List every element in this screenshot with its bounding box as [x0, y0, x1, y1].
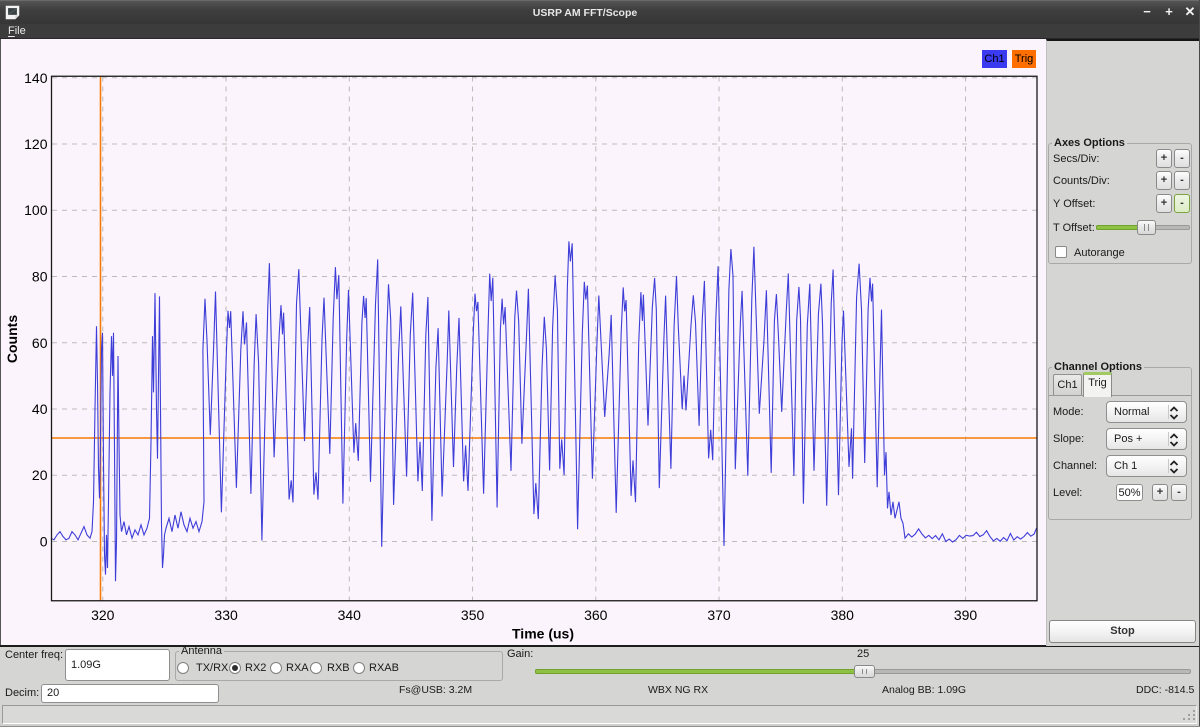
svg-text:100: 100: [24, 202, 48, 218]
svg-text:Time (us): Time (us): [512, 626, 574, 642]
svg-text:20: 20: [32, 467, 48, 483]
svg-text:380: 380: [831, 607, 855, 623]
svg-text:120: 120: [24, 136, 48, 152]
svg-text:40: 40: [32, 401, 48, 417]
svg-text:350: 350: [461, 607, 485, 623]
svg-text:0: 0: [40, 534, 48, 550]
svg-text:360: 360: [584, 607, 608, 623]
svg-text:390: 390: [954, 607, 978, 623]
svg-text:320: 320: [91, 607, 115, 623]
svg-text:370: 370: [707, 607, 731, 623]
svg-text:60: 60: [32, 335, 48, 351]
svg-text:Counts: Counts: [4, 315, 20, 363]
svg-text:80: 80: [32, 269, 48, 285]
svg-text:340: 340: [338, 607, 362, 623]
svg-text:330: 330: [214, 607, 238, 623]
svg-text:140: 140: [24, 70, 48, 86]
